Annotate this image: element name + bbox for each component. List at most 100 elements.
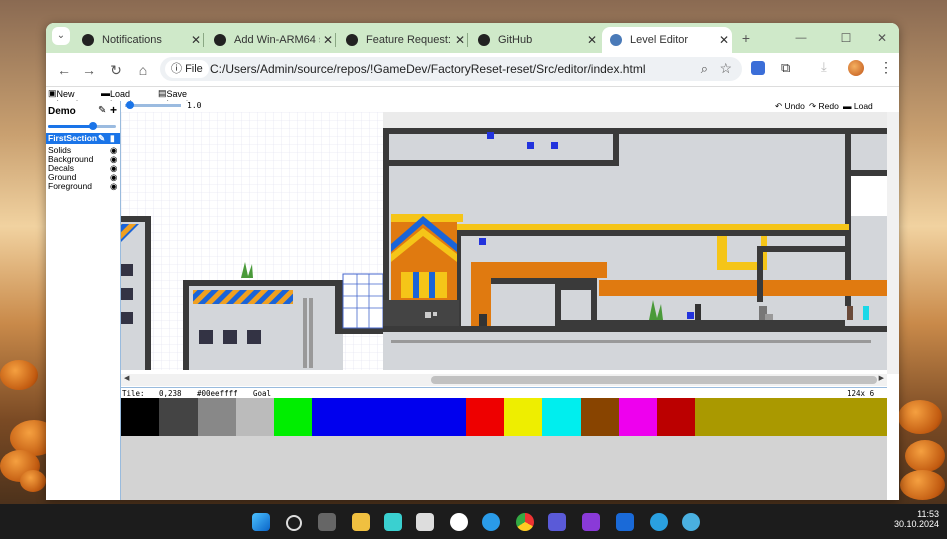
palette-swatch[interactable]: [618, 398, 658, 436]
horizontal-scrollbar[interactable]: ◀ ▶: [121, 374, 887, 386]
section-item-firstsection[interactable]: FirstSection ✎ ▮: [46, 133, 120, 144]
browser-window: ⌄ Notifications✕ Add Win-ARM64 su✕ Featu…: [46, 23, 899, 500]
github-icon: [82, 34, 94, 46]
chrome-icon[interactable]: [516, 513, 534, 531]
scroll-right-arrow[interactable]: ▶: [879, 374, 884, 382]
tile-color: #00eeffff: [197, 389, 238, 398]
slider-handle[interactable]: [89, 122, 97, 130]
download-icon[interactable]: ⤓: [821, 59, 827, 75]
translate-icon[interactable]: [751, 61, 765, 75]
tab-github[interactable]: GitHub ✕: [470, 27, 600, 53]
tab-add-win-arm64[interactable]: Add Win-ARM64 su✕: [206, 27, 336, 53]
layer-sidebar: Demo ✎ + FirstSection ✎ ▮ Solids Backgro…: [46, 101, 121, 500]
level-slider[interactable]: [48, 122, 116, 130]
palette-swatch[interactable]: [312, 398, 466, 436]
delete-section-icon[interactable]: ▮: [110, 133, 115, 144]
github-icon: [214, 34, 226, 46]
home-button[interactable]: ⌂: [133, 60, 153, 80]
eye-icon[interactable]: ◉: [110, 181, 117, 192]
github-icon: [346, 34, 358, 46]
browser-toolbar: ← → ↻ ⌂ ⓘ File C:/Users/Admin/source/rep…: [46, 53, 899, 87]
zoom-icon[interactable]: ⌕: [701, 61, 708, 77]
palette-swatch[interactable]: [542, 398, 581, 436]
tab-strip: ⌄ Notifications✕ Add Win-ARM64 su✕ Featu…: [46, 23, 899, 53]
tab-search-menu[interactable]: ⌄: [52, 27, 70, 45]
layer-foreground[interactable]: Foreground: [48, 181, 92, 191]
edit-section-icon[interactable]: ✎: [98, 133, 105, 144]
tab-notifications[interactable]: Notifications ✕: [74, 27, 204, 53]
undo-button[interactable]: ↶ Undo: [775, 101, 805, 112]
add-section-icon[interactable]: +: [110, 103, 117, 117]
tab-feature-request[interactable]: Feature Request: Di✕: [338, 27, 468, 53]
level-canvas[interactable]: [121, 112, 887, 370]
url-text[interactable]: C:/Users/Admin/source/repos/!GameDev/Fac…: [210, 57, 645, 81]
editor-main: 1.0 ↶ Undo ↷ Redo ▬ Load Tileset: [121, 101, 899, 500]
save-level-button[interactable]: ▤ Save Level: [158, 88, 188, 109]
zoom-slider[interactable]: [125, 101, 181, 109]
new-tab-button[interactable]: +: [736, 28, 756, 48]
visual-studio-icon[interactable]: [582, 513, 600, 531]
new-level-button[interactable]: ▣ New Level: [48, 88, 78, 109]
tile-name: Goal: [253, 389, 272, 398]
telegram-icon[interactable]: [650, 513, 668, 531]
reload-button[interactable]: ↻: [106, 60, 126, 80]
map-size: 124x 6: [847, 389, 875, 398]
outlook-icon[interactable]: [616, 513, 634, 531]
editor-menubar: ▣ New Level ▬ Load Level ▤ Save Level: [46, 87, 899, 109]
github-icon: [478, 34, 490, 46]
taskbar: 11:53 30.10.2024: [0, 504, 947, 539]
palette-swatch[interactable]: [235, 398, 275, 436]
level-name: Demo: [48, 106, 76, 117]
maximize-button[interactable]: ☐: [836, 28, 856, 48]
yandex-browser-icon[interactable]: [450, 513, 468, 531]
palette-swatch[interactable]: [503, 398, 543, 436]
redo-button[interactable]: ↷ Redo: [809, 101, 839, 112]
back-button[interactable]: ←: [54, 60, 74, 80]
palette-swatch[interactable]: [465, 398, 504, 436]
bookmark-star-icon[interactable]: ☆: [719, 60, 732, 77]
browser-menu-icon[interactable]: ⋮: [879, 59, 893, 76]
palette-swatch[interactable]: [121, 398, 160, 436]
scroll-left-arrow[interactable]: ◀: [124, 374, 129, 382]
vertical-scrollbar[interactable]: [887, 112, 899, 374]
slider-fill: [48, 125, 93, 128]
zoom-value: 1.0: [187, 101, 202, 110]
start-icon[interactable]: [252, 513, 270, 531]
notepad-icon[interactable]: [384, 513, 402, 531]
palette-swatch[interactable]: [197, 398, 236, 436]
tile-palette: [121, 398, 887, 436]
clock[interactable]: 11:53 30.10.2024: [894, 509, 939, 529]
palette-swatch[interactable]: [274, 398, 313, 436]
load-level-button[interactable]: ▬ Load Level: [101, 88, 132, 109]
extensions-icon[interactable]: ⧉: [781, 60, 790, 76]
store-icon[interactable]: [416, 513, 434, 531]
globe-icon: [610, 34, 622, 46]
forward-button[interactable]: →: [79, 60, 99, 80]
palette-swatch[interactable]: [580, 398, 619, 436]
zoom-slider-handle[interactable]: [126, 101, 134, 109]
close-window-button[interactable]: ✕: [872, 28, 892, 48]
edit-level-icon[interactable]: ✎: [98, 105, 106, 116]
address-bar[interactable]: ⓘ File C:/Users/Admin/source/repos/!Game…: [160, 57, 742, 81]
close-icon[interactable]: ✕: [188, 33, 204, 47]
task-view-icon[interactable]: [318, 513, 336, 531]
avatar[interactable]: [848, 60, 864, 76]
palette-empty-area: [121, 436, 887, 500]
close-icon[interactable]: ✕: [320, 33, 336, 47]
game-icon[interactable]: [682, 513, 700, 531]
file-explorer-icon[interactable]: [352, 513, 370, 531]
save-app-icon[interactable]: [548, 513, 566, 531]
tile-coords: 0,238: [159, 389, 182, 398]
close-icon[interactable]: ✕: [716, 33, 732, 47]
palette-swatch[interactable]: [695, 398, 887, 436]
tab-level-editor[interactable]: Level Editor ✕: [602, 27, 732, 53]
minimize-button[interactable]: —: [791, 28, 811, 48]
palette-swatch[interactable]: [159, 398, 198, 436]
palette-swatch[interactable]: [657, 398, 696, 436]
scrollbar-thumb[interactable]: [431, 376, 877, 384]
search-icon[interactable]: [286, 515, 302, 531]
site-info-chip[interactable]: ⓘ File: [165, 60, 209, 78]
close-icon[interactable]: ✕: [584, 33, 600, 47]
edge-icon[interactable]: [482, 513, 500, 531]
close-icon[interactable]: ✕: [452, 33, 468, 47]
